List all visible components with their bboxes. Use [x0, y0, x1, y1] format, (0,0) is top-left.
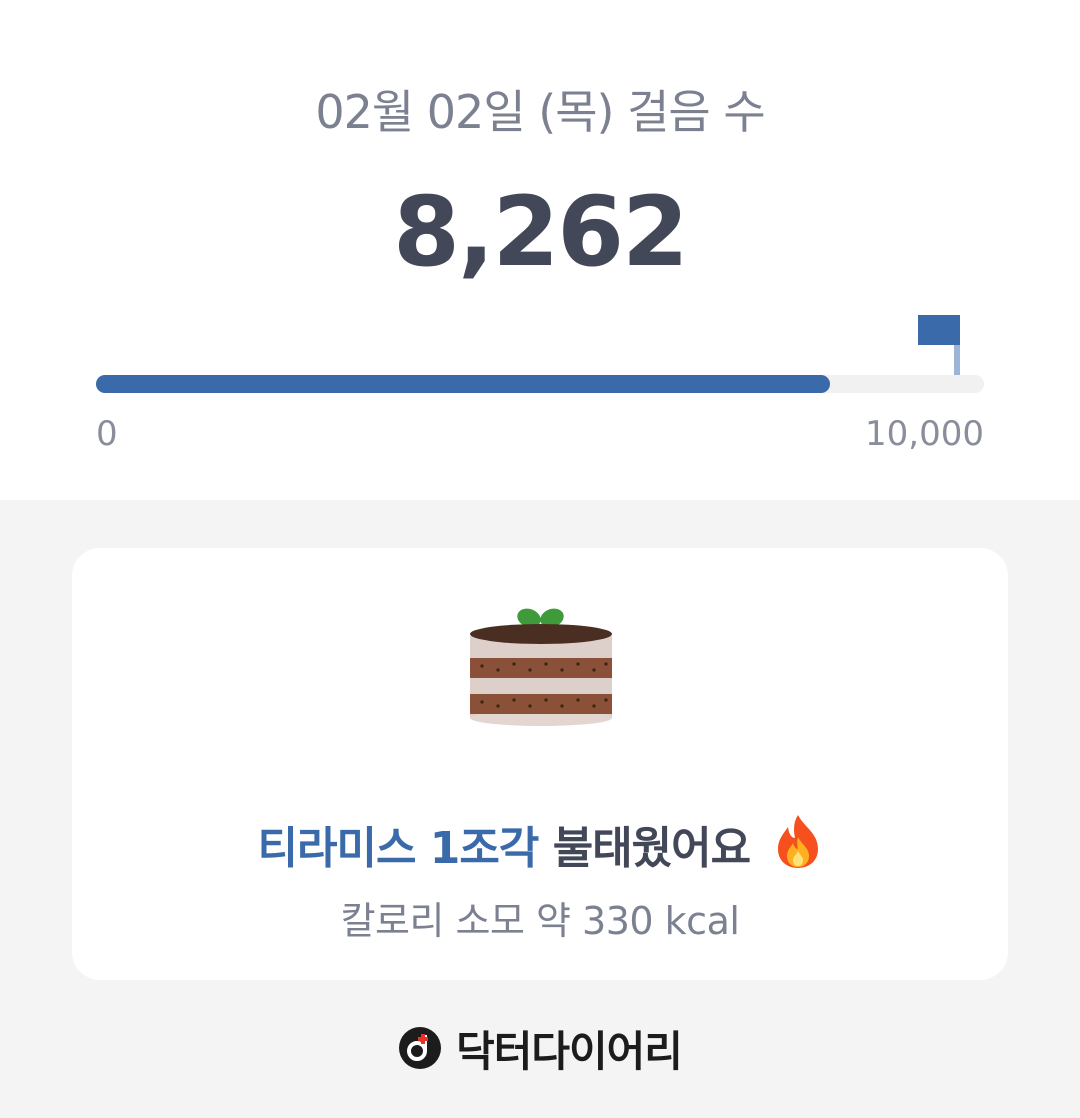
food-label: 티라미스 1조각 [257, 823, 540, 874]
scale-min-label: 0 [96, 414, 118, 454]
brand-footer: 닥터다이어리 [0, 1020, 1080, 1076]
calorie-card: 티라미스 1조각 불태웠어요 칼로리 소모 약 330 kcal [72, 548, 1008, 980]
calorie-text: 칼로리 소모 약 330 kcal [340, 899, 740, 943]
date-title: 02월 02일 (목) 걸음 수 [315, 85, 765, 139]
burn-suffix: 불태웠어요 [552, 823, 751, 874]
burn-message: 티라미스 1조각 불태웠어요 [72, 812, 1008, 876]
brand-name: 닥터다이어리 [456, 1026, 683, 1076]
progress-fill [96, 375, 830, 393]
scale-max-label: 10,000 [865, 414, 984, 454]
steps-section: 02월 02일 (목) 걸음 수 8,262 0 10,000 [0, 0, 1080, 500]
fire-icon [778, 815, 819, 868]
doctor-diary-logo-icon [399, 1027, 442, 1069]
progress-track [96, 375, 984, 393]
goal-flag-icon [918, 315, 960, 375]
tiramisu-cake-icon [470, 608, 612, 726]
step-count: 8,262 [393, 176, 689, 288]
